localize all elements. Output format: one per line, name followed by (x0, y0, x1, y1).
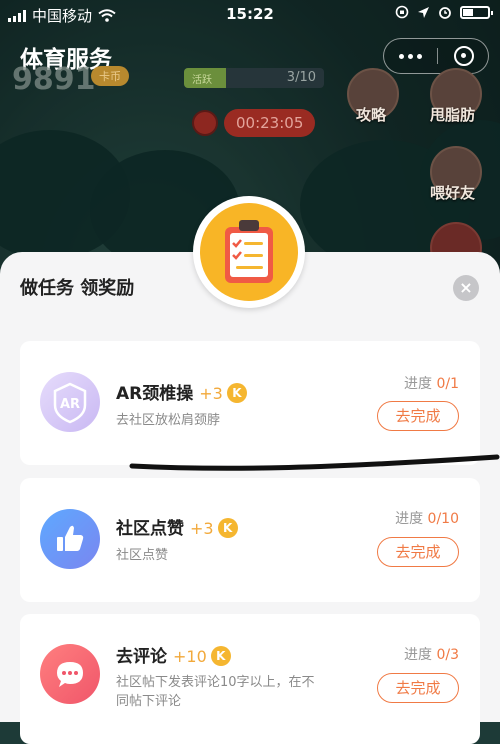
complete-button[interactable]: 去完成 (377, 537, 459, 567)
task-card-like: 社区点赞 +3 K 社区点赞 进度 0/10 去完成 (20, 478, 480, 602)
task-desc: 社区点赞 (116, 548, 169, 563)
alarm-icon (439, 7, 451, 19)
timer-icon (192, 110, 218, 136)
score-value: 9891 (12, 62, 96, 97)
burn-fat-label: 甩脂肪 (430, 106, 476, 124)
location-icon (418, 6, 429, 18)
progress-value: 0/3 (436, 647, 459, 663)
feed-friend-label: 喂好友 (430, 184, 476, 202)
mini-program-capsule (383, 38, 489, 74)
k-coin-icon: K (217, 518, 238, 538)
guide-label: 攻略 (356, 106, 387, 124)
task-points: +3 (190, 519, 214, 538)
activity-progress-bar: 活跃 3/10 (184, 68, 324, 88)
comment-icon (40, 644, 100, 704)
exit-icon (453, 46, 474, 66)
task-name: 社区点赞 +3 K (116, 514, 238, 539)
task-modal: 做任务 领奖励 × AR AR颈椎操 +3 K 去社区放松肩颈脖 进度 0/1 去完… (0, 252, 500, 744)
progress-value: 0/10 (427, 511, 459, 527)
task-progress: 进度 0/3 (404, 644, 459, 664)
task-title: 社区点赞 (116, 519, 184, 539)
lock-rotation-icon (395, 5, 409, 19)
countdown-timer: 00:23:05 (224, 109, 316, 137)
battery-icon (460, 5, 493, 19)
task-name: 去评论 +10 K (116, 642, 231, 667)
exit-button[interactable] (437, 39, 490, 73)
coin-badge: 卡币 (91, 66, 129, 86)
clipboard-icon (225, 220, 273, 283)
complete-button[interactable]: 去完成 (377, 673, 459, 703)
k-coin-icon: K (210, 646, 231, 666)
task-points: +10 (173, 647, 207, 666)
activity-progress-value: 3/10 (286, 70, 316, 85)
progress-label: 进度 (395, 511, 424, 527)
task-title: 去评论 (116, 647, 167, 667)
task-clipboard-badge (193, 196, 305, 308)
task-card-comment: 去评论 +10 K 社区帖下发表评论10字以上，在不同帖下评论 进度 0/3 去完成 (20, 614, 480, 744)
more-button[interactable] (384, 39, 437, 73)
thumbs-up-icon (40, 509, 100, 569)
task-desc: 社区帖下发表评论10字以上，在不同帖下评论 (116, 675, 315, 709)
status-bar: 中国移动 15:22 (0, 0, 500, 30)
progress-label: 进度 (404, 647, 433, 663)
activity-progress-label: 活跃 (192, 75, 212, 86)
task-progress: 进度 0/10 (395, 508, 459, 528)
